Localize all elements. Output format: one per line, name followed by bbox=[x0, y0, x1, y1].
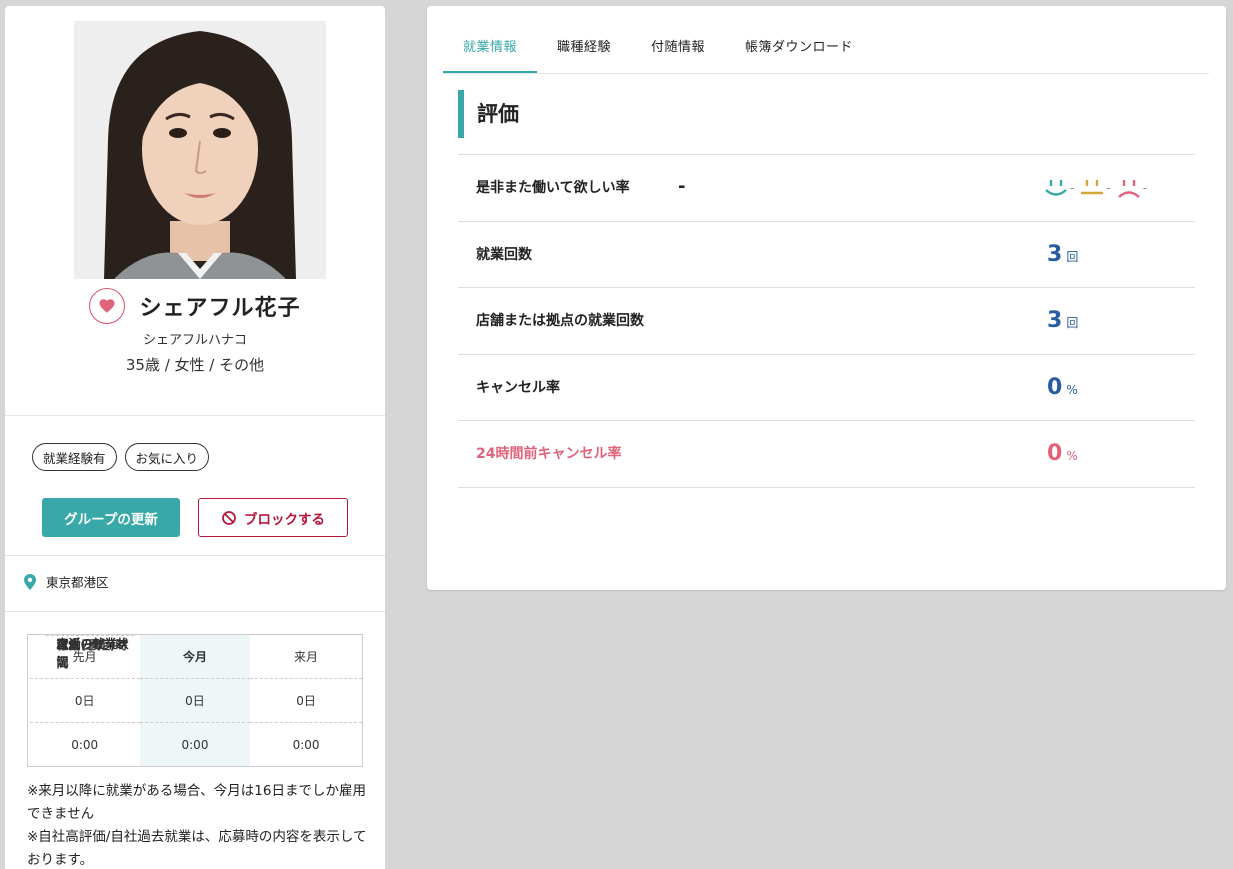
list-item: 就業回数 3回 bbox=[458, 222, 1195, 290]
user-meta: 35歳 / 女性 / その他 bbox=[125, 356, 265, 374]
map-pin-icon bbox=[24, 573, 36, 590]
table-header-cell: 今月 bbox=[139, 634, 251, 679]
tab-work-info[interactable]: 就業情報 bbox=[443, 26, 538, 73]
rating-smile: - bbox=[1044, 177, 1074, 199]
tag-list: 就業経験有 お気に入り bbox=[32, 443, 210, 471]
list-item: 店舗または拠点の就業回数 3回 bbox=[458, 288, 1195, 355]
list-item: キャンセル率 0% bbox=[458, 355, 1195, 423]
heart-icon bbox=[99, 299, 115, 313]
store-work-count-number: 3 bbox=[1047, 308, 1063, 333]
work-count-unit: 回 bbox=[1066, 249, 1079, 264]
block-button-label: ブロックする bbox=[244, 511, 325, 528]
work-count-value: 3回 bbox=[1047, 222, 1078, 290]
prohibit-icon bbox=[222, 510, 236, 525]
rating-neutral-value: - bbox=[1106, 181, 1111, 195]
table-cell: 0:00 bbox=[139, 722, 251, 767]
user-name-kana: シェアフルハナコ bbox=[142, 333, 247, 348]
profile-card: シェアフル花子 シェアフルハナコ 35歳 / 女性 / その他 就業経験有 お気… bbox=[5, 6, 385, 869]
rating-faces: - - - bbox=[1044, 177, 1147, 199]
update-group-button[interactable]: グループの更新 bbox=[42, 498, 180, 537]
evaluation-list: 是非また働いて欲しい率 - - - - 就業回数 3 回 店舗または拠点の就業回… bbox=[458, 154, 1195, 488]
profile-photo bbox=[74, 21, 326, 279]
cancel-rate-label: キャンセル率 bbox=[476, 379, 560, 396]
tab-job-experience[interactable]: 職種経験 bbox=[537, 26, 631, 73]
rating-sad-value: - bbox=[1142, 181, 1148, 195]
late-cancel-rate-value: 0% bbox=[1047, 421, 1078, 489]
rehire-rate-label: 是非また働いて欲しい率 bbox=[476, 180, 630, 196]
rating-smile-value: - bbox=[1070, 181, 1075, 195]
list-item: 24時間前キャンセル率 0% bbox=[458, 421, 1195, 488]
table-cell: 0:00 bbox=[250, 722, 363, 767]
note-line: ※自社高評価/自社過去就業は、応募時の内容を表示しております。 bbox=[27, 829, 367, 868]
user-name: シェアフル花子 bbox=[139, 296, 301, 321]
late-cancel-rate-label: 24時間前キャンセル率 bbox=[476, 446, 622, 462]
table-cell: 0日 bbox=[139, 678, 251, 723]
work-count-label: 就業回数 bbox=[476, 246, 532, 263]
detail-card: 就業情報 職種経験 付随情報 帳簿ダウンロード 評価 是非また働いて欲しい率 -… bbox=[427, 6, 1226, 590]
divider bbox=[5, 555, 385, 556]
tag-experience: 就業経験有 bbox=[32, 443, 117, 471]
rating-sad: - bbox=[1117, 177, 1147, 199]
divider bbox=[5, 611, 385, 612]
table-row: 稼働(予定)時間 0:00 0:00 0:00 bbox=[28, 634, 363, 767]
neutral-face-icon bbox=[1081, 180, 1104, 195]
table-cell: 稼働(予定)時間 bbox=[45, 634, 134, 679]
favorite-button[interactable] bbox=[89, 288, 126, 324]
tab-ledger-download[interactable]: 帳簿ダウンロード bbox=[725, 26, 873, 73]
section-title: 評価 bbox=[458, 90, 519, 138]
rating-neutral: - bbox=[1080, 177, 1111, 199]
cancel-rate-number: 0 bbox=[1047, 374, 1063, 400]
notes: ※来月以降に就業がある場合、今月は16日までしか雇用できません ※自社高評価/自… bbox=[27, 780, 367, 869]
smile-face-icon bbox=[1045, 180, 1067, 196]
cancel-rate-unit: % bbox=[1066, 382, 1078, 397]
store-work-count-unit: 回 bbox=[1066, 316, 1079, 330]
table-cell: 0日 bbox=[29, 678, 140, 723]
table-header-cell: 来月 bbox=[294, 650, 319, 664]
list-item: 是非また働いて欲しい率 - - - - bbox=[458, 155, 1195, 222]
table-cell: 0日 bbox=[250, 678, 363, 723]
block-button[interactable]: ブロックする bbox=[198, 498, 348, 537]
note-line: ※来月以降に就業がある場合、今月は16日までしか雇用できません bbox=[27, 783, 366, 822]
location: 東京都港区 bbox=[24, 572, 109, 591]
store-work-count-label: 店舗または拠点の就業回数 bbox=[476, 313, 644, 329]
work-count-number: 3 bbox=[1047, 241, 1063, 267]
late-cancel-rate-number: 0 bbox=[1047, 441, 1063, 466]
table-cell: 0:00 bbox=[29, 722, 140, 767]
name-row: シェアフル花子 bbox=[5, 288, 385, 324]
tag-favorite: お気に入り bbox=[124, 443, 210, 471]
rehire-rate-value: - bbox=[678, 176, 686, 197]
tab-bar: 就業情報 職種経験 付随情報 帳簿ダウンロード bbox=[443, 26, 1209, 74]
cancel-rate-value: 0% bbox=[1047, 355, 1078, 423]
work-status-table: 直近の就業状況 先月 今月 来月 就業日数 0日 0日 0日 稼働(予定)時間 … bbox=[27, 634, 363, 767]
divider bbox=[5, 415, 385, 416]
sad-face-icon bbox=[1117, 180, 1140, 198]
store-work-count-value: 3回 bbox=[1047, 288, 1078, 356]
late-cancel-rate-unit: % bbox=[1066, 449, 1078, 463]
location-text: 東京都港区 bbox=[46, 575, 109, 590]
portrait-image bbox=[74, 21, 326, 279]
tab-additional-info[interactable]: 付随情報 bbox=[631, 26, 725, 73]
table-row: 就業日数 0日 0日 0日 bbox=[28, 634, 363, 723]
